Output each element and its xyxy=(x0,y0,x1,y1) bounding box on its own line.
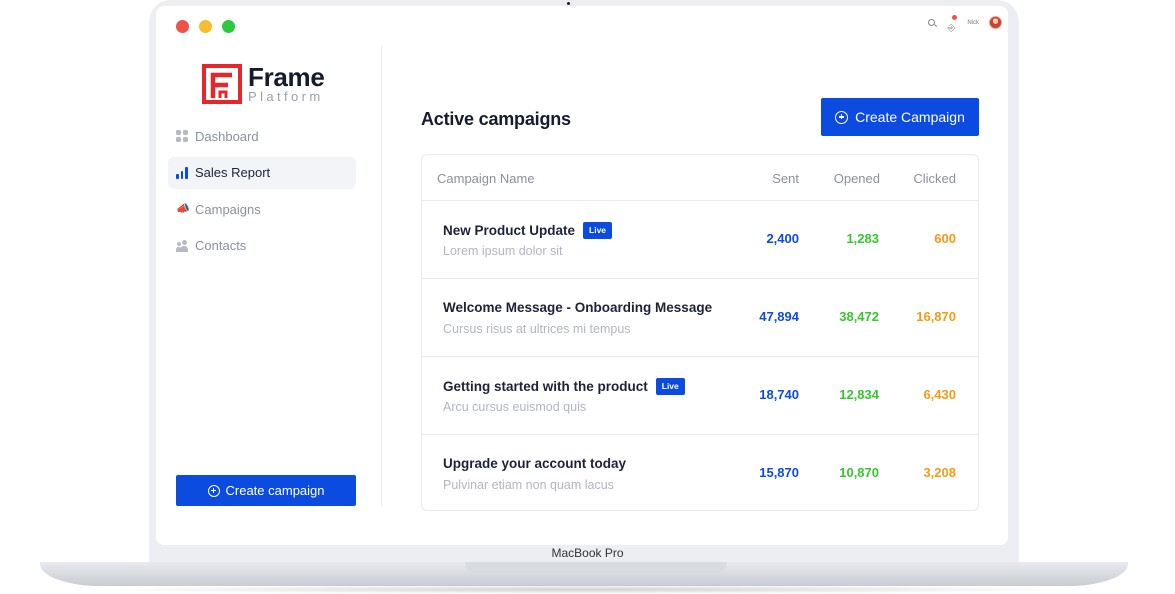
logo: Frame Platform xyxy=(202,64,325,104)
column-header-campaign-name[interactable]: Campaign Name xyxy=(437,171,535,186)
avatar[interactable] xyxy=(989,16,1002,29)
table-row[interactable]: New Product Update Live Lorem ipsum dolo… xyxy=(422,201,978,279)
bell-icon: ⎆ xyxy=(947,22,956,34)
button-label: Create campaign xyxy=(225,483,325,498)
page-title: Active campaigns xyxy=(421,109,571,129)
status-badge: Live xyxy=(655,378,685,395)
brand-subtitle: Platform xyxy=(248,89,324,104)
campaign-description: Pulvinar etiam non quam lacus xyxy=(443,478,614,492)
campaign-name[interactable]: New Product Update xyxy=(443,223,575,238)
opened-count: 1,283 xyxy=(846,231,879,246)
frame-logo-icon xyxy=(202,64,242,104)
opened-count: 38,472 xyxy=(839,309,879,324)
sidebar-item-dashboard[interactable]: Dashboard xyxy=(168,120,356,152)
sent-count: 18,740 xyxy=(759,387,799,402)
grid-icon xyxy=(176,130,188,142)
search-icon[interactable] xyxy=(927,18,937,28)
plus-circle-icon xyxy=(207,484,220,497)
maximize-window-button[interactable] xyxy=(222,20,235,33)
contacts-icon xyxy=(176,239,188,252)
campaign-description: Cursus risus at ultrices mi tempus xyxy=(443,322,631,336)
opened-count: 12,834 xyxy=(839,387,879,402)
notifications-button[interactable]: ⎆ xyxy=(947,14,958,33)
laptop-shadow xyxy=(90,585,1080,594)
table-row[interactable]: Upgrade your account today Pulvinar etia… xyxy=(422,435,978,510)
create-campaign-button[interactable]: Create Campaign xyxy=(821,98,979,136)
button-label: Create Campaign xyxy=(855,109,965,125)
app-window: ⎆ Nick Frame Platform Dashboard Sales Re… xyxy=(156,6,1008,545)
table-row[interactable]: Getting started with the product Live Ar… xyxy=(422,357,978,435)
sidebar-create-campaign-button[interactable]: Create campaign xyxy=(176,475,356,506)
sidebar-item-campaigns[interactable]: 📣 Campaigns xyxy=(168,193,356,225)
campaign-name[interactable]: Upgrade your account today xyxy=(443,456,626,471)
close-window-button[interactable] xyxy=(176,20,189,33)
sidebar-item-label: Dashboard xyxy=(195,128,259,144)
sent-count: 15,870 xyxy=(759,465,799,480)
status-badge: Live xyxy=(583,222,613,239)
device-label: MacBook Pro xyxy=(551,546,624,560)
sidebar-nav: Dashboard Sales Report 📣 Campaigns Conta… xyxy=(168,120,356,266)
sidebar-item-label: Sales Report xyxy=(195,165,271,180)
column-header-sent[interactable]: Sent xyxy=(772,171,799,186)
sidebar-item-contacts[interactable]: Contacts xyxy=(168,230,356,262)
campaign-name[interactable]: Welcome Message - Onboarding Message xyxy=(443,300,712,315)
table-header: Campaign Name Sent Opened Clicked xyxy=(422,155,978,201)
plus-circle-icon xyxy=(835,110,849,124)
clicked-count: 16,870 xyxy=(916,309,956,324)
sidebar-item-label: Contacts xyxy=(195,238,247,253)
bar-chart-icon xyxy=(176,166,188,179)
column-header-opened[interactable]: Opened xyxy=(834,171,880,186)
sent-count: 47,894 xyxy=(759,309,799,324)
laptop-notch xyxy=(465,562,727,573)
campaign-description: Arcu cursus euismod quis xyxy=(443,400,587,414)
sent-count: 2,400 xyxy=(766,231,799,246)
campaign-description: Lorem ipsum dolor sit xyxy=(443,244,563,258)
opened-count: 10,870 xyxy=(839,465,879,480)
clicked-count: 3,208 xyxy=(923,465,956,480)
notification-dot xyxy=(952,14,958,20)
sidebar: Frame Platform Dashboard Sales Report 📣 xyxy=(156,46,382,506)
sidebar-item-sales-report[interactable]: Sales Report xyxy=(168,156,356,189)
user-name: Nick xyxy=(967,19,979,26)
campaign-name[interactable]: Getting started with the product xyxy=(443,379,648,394)
megaphone-icon: 📣 xyxy=(176,203,190,215)
sidebar-item-label: Campaigns xyxy=(195,201,261,217)
campaigns-table: Campaign Name Sent Opened Clicked New Pr… xyxy=(421,154,979,511)
column-header-clicked[interactable]: Clicked xyxy=(913,171,956,186)
table-row[interactable]: Welcome Message - Onboarding Message Cur… xyxy=(422,279,978,357)
minimize-window-button[interactable] xyxy=(199,20,212,33)
clicked-count: 600 xyxy=(934,231,956,246)
brand-name: Frame xyxy=(248,62,325,92)
topbar: ⎆ Nick xyxy=(927,14,1002,33)
camera-dot xyxy=(567,2,570,5)
clicked-count: 6,430 xyxy=(923,387,956,402)
